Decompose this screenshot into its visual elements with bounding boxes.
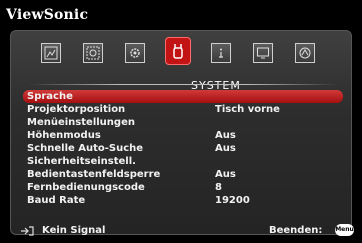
menu-item-label: Höhenmodus <box>27 130 101 141</box>
system-menu: Sprache Projektorposition Tisch vorne Me… <box>23 90 343 207</box>
brand-bar: ViewSonic <box>0 0 362 30</box>
menu-item-label: Baud Rate <box>27 195 86 206</box>
divider <box>25 84 341 85</box>
input-signal-icon <box>21 226 34 236</box>
menu-item-label: Sicherheitseinstell. <box>27 156 136 167</box>
menu-item-bedientastenfeldsperre[interactable]: Bedientastenfeldsperre Aus <box>23 168 343 181</box>
display-icon <box>86 46 100 60</box>
menu-item-fernbedienungscode[interactable]: Fernbedienungscode 8 <box>23 181 343 194</box>
menu-item-label: Bedientastenfeldsperre <box>27 169 161 180</box>
menu-item-menueinstellungen[interactable]: Menüeinstellungen <box>23 116 343 129</box>
menu-item-value: Aus <box>215 143 236 154</box>
setup-icon <box>130 48 140 58</box>
menu-item-label: Projektorposition <box>27 104 126 115</box>
exit-hint: Beenden: <box>269 225 323 236</box>
tab-picture[interactable] <box>41 43 61 63</box>
advanced-icon <box>299 47 311 59</box>
menu-button-icon[interactable]: Menu <box>335 224 354 236</box>
menu-item-label: Sprache <box>27 91 73 102</box>
signal-status: Kein Signal <box>42 225 106 236</box>
tab-advanced[interactable] <box>295 43 315 63</box>
footer-bar: Kein Signal Beenden: Menu <box>0 221 362 241</box>
menu-item-value: Aus <box>215 130 236 141</box>
tab-screen[interactable] <box>253 43 273 63</box>
osd-panel: SYSTEM Sprache Projektorposition Tisch v… <box>10 30 352 235</box>
menu-item-value: 8 <box>215 182 222 193</box>
picture-icon <box>44 46 58 60</box>
tab-setup[interactable] <box>125 43 145 63</box>
menu-item-value: 19200 <box>215 195 250 206</box>
menu-item-value: Aus <box>215 169 236 180</box>
menu-item-sprache[interactable]: Sprache <box>23 90 343 103</box>
system-icon <box>173 44 183 59</box>
menu-item-baud-rate[interactable]: Baud Rate 19200 <box>23 194 343 207</box>
menu-item-projektorposition[interactable]: Projektorposition Tisch vorne <box>23 103 343 116</box>
tab-display[interactable] <box>83 43 103 63</box>
info-icon <box>219 48 223 58</box>
screen-icon <box>257 47 269 59</box>
tab-info[interactable] <box>211 43 231 63</box>
menu-item-label: Fernbedienungscode <box>27 182 145 193</box>
brand-logo: ViewSonic <box>6 7 89 23</box>
tab-system[interactable] <box>165 37 191 65</box>
menu-item-hoehenmodus[interactable]: Höhenmodus Aus <box>23 129 343 142</box>
menu-tabs: SYSTEM <box>41 37 331 92</box>
menu-item-label: Menüeinstellungen <box>27 117 135 128</box>
menu-item-sicherheitseinstell[interactable]: Sicherheitseinstell. <box>23 155 343 168</box>
menu-item-label: Schnelle Auto-Suche <box>27 143 144 154</box>
menu-item-value: Tisch vorne <box>215 104 280 115</box>
menu-item-schnelle-auto-suche[interactable]: Schnelle Auto-Suche Aus <box>23 142 343 155</box>
